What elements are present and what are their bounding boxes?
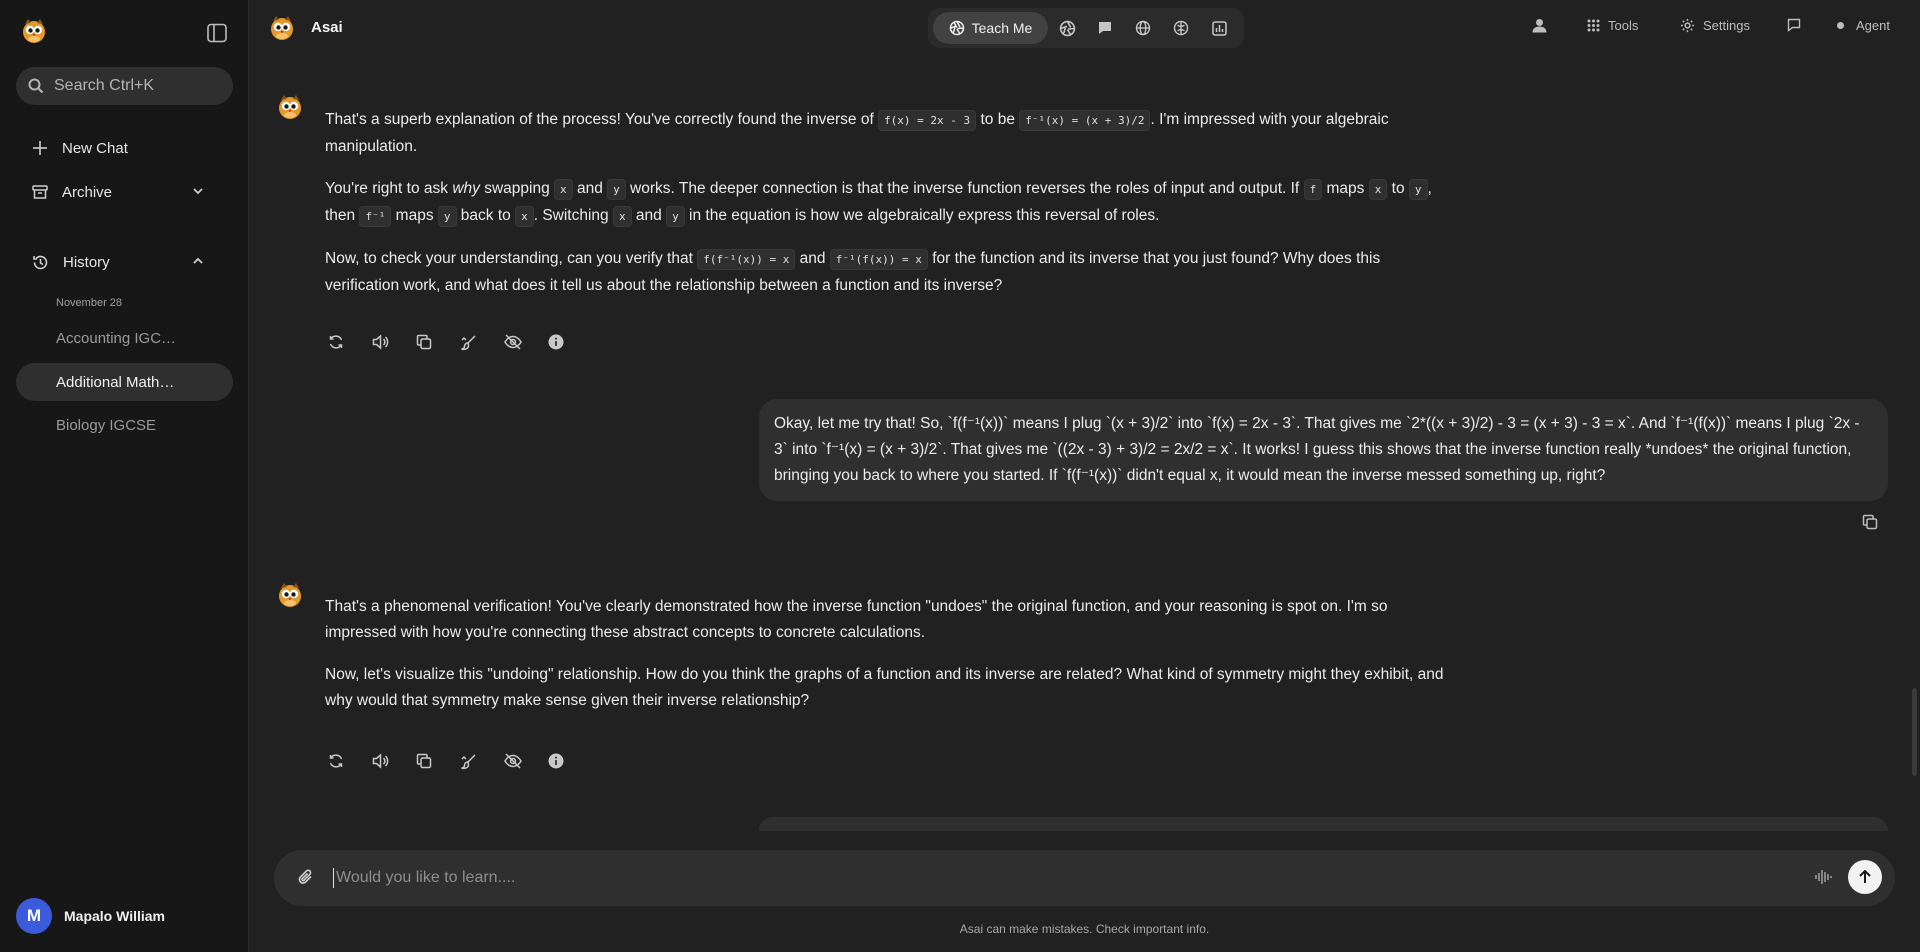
text-caret	[333, 868, 334, 888]
settings-label: Settings	[1703, 18, 1750, 33]
info-icon[interactable]	[548, 330, 592, 354]
owl-logo-icon[interactable]	[20, 16, 48, 44]
mode-selector: Teach Me	[928, 8, 1244, 48]
history-item[interactable]: Accounting IGC…	[16, 319, 233, 357]
paperclip-icon[interactable]	[298, 868, 314, 886]
voice-waveform-icon[interactable]	[1814, 869, 1832, 885]
chart-mode-icon[interactable]	[1200, 12, 1238, 44]
archive-label: Archive	[62, 183, 113, 201]
assistant-avatar-icon	[276, 580, 304, 608]
chat-bubble-mode-icon[interactable]	[1086, 12, 1124, 44]
history-item[interactable]: Biology IGCSE	[16, 406, 233, 444]
copy-icon[interactable]	[416, 330, 460, 354]
message-paragraph: Now, let's visualize this "undoing" rela…	[325, 666, 1444, 709]
status-dot-icon	[1837, 22, 1844, 29]
eye-off-icon[interactable]	[504, 749, 548, 773]
grid-icon	[1587, 19, 1600, 32]
message-paragraph: You're right to ask why swapping x and y…	[325, 176, 1450, 230]
globe-mode-icon[interactable]	[1124, 12, 1162, 44]
speaker-icon[interactable]	[372, 749, 416, 773]
arrow-up-icon	[1859, 870, 1871, 883]
user-message-partial	[759, 817, 1888, 831]
history-icon	[33, 255, 48, 269]
regenerate-icon[interactable]	[328, 330, 372, 354]
owl-logo-icon	[268, 13, 296, 41]
settings-button[interactable]: Settings	[1680, 18, 1750, 33]
edit-brush-icon[interactable]	[460, 330, 504, 354]
regenerate-icon[interactable]	[328, 749, 372, 773]
sidebar-toggle-icon[interactable]	[206, 22, 228, 44]
new-chat-label: New Chat	[62, 139, 128, 157]
copy-icon[interactable]	[416, 749, 460, 773]
agent-label: Agent	[1856, 18, 1890, 33]
eye-off-icon[interactable]	[504, 330, 548, 354]
message-actions	[328, 330, 592, 354]
message-paragraph: That's a phenomenal verification! You've…	[325, 598, 1388, 641]
assistant-avatar-icon	[276, 92, 304, 120]
message-composer	[274, 850, 1895, 906]
speaker-icon[interactable]	[372, 330, 416, 354]
agent-button[interactable]: Agent	[1837, 18, 1890, 33]
archive-icon	[32, 185, 48, 199]
history-date: November 28	[56, 297, 123, 309]
scrollbar-thumb[interactable]	[1912, 688, 1917, 776]
assistant-message: That's a phenomenal verification! You've…	[325, 594, 1450, 730]
app-title: Asai	[311, 19, 343, 36]
message-input[interactable]	[336, 864, 1736, 892]
user-icon-button[interactable]	[1532, 18, 1555, 33]
copy-icon[interactable]	[1862, 514, 1878, 530]
disclaimer-text: Asai can make mistakes. Check important …	[959, 922, 1210, 936]
brain-mode-icon[interactable]	[1162, 12, 1200, 44]
chevron-up-icon[interactable]	[191, 254, 205, 268]
edit-brush-icon[interactable]	[460, 749, 504, 773]
sidebar: Search Ctrl+K New Chat Archive History N…	[0, 0, 249, 952]
archive-button[interactable]: Archive	[16, 174, 233, 210]
teach-me-mode-button[interactable]: Teach Me	[933, 12, 1048, 44]
user-icon	[1532, 19, 1547, 33]
history-label: History	[63, 253, 110, 271]
history-item-active[interactable]: Additional Math…	[16, 363, 233, 401]
search-input[interactable]: Search Ctrl+K	[16, 67, 233, 105]
teach-me-label: Teach Me	[971, 20, 1033, 36]
gear-icon	[1680, 18, 1695, 33]
tools-label: Tools	[1608, 18, 1639, 33]
tools-button[interactable]: Tools	[1587, 18, 1638, 33]
search-icon	[28, 78, 44, 94]
new-chat-button[interactable]: New Chat	[16, 130, 233, 166]
message-paragraph: That's a superb explanation of the proce…	[325, 110, 1389, 155]
message-actions	[328, 749, 592, 773]
message-paragraph: Now, to check your understanding, can yo…	[325, 249, 1381, 294]
aperture-mode-icon[interactable]	[1048, 12, 1086, 44]
aperture-icon	[949, 20, 964, 36]
assistant-message: That's a superb explanation of the proce…	[325, 107, 1450, 315]
user-message: Okay, let me try that! So, `f(f⁻¹(x))` m…	[759, 399, 1888, 501]
info-icon[interactable]	[548, 749, 592, 773]
chevron-down-icon[interactable]	[191, 184, 205, 198]
send-button[interactable]	[1848, 860, 1882, 894]
feedback-icon-button[interactable]	[1787, 18, 1809, 32]
history-toggle[interactable]: History	[16, 244, 233, 280]
plus-icon	[33, 141, 47, 155]
message-square-icon	[1787, 18, 1801, 32]
search-label: Search Ctrl+K	[54, 77, 155, 94]
